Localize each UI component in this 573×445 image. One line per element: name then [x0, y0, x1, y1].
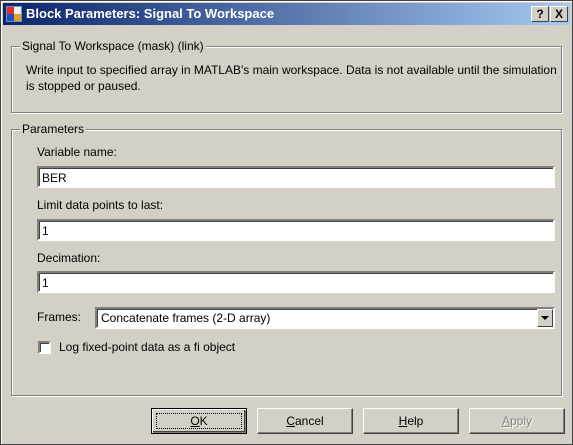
- help-title-button[interactable]: ?: [531, 6, 549, 22]
- chevron-down-icon[interactable]: [537, 309, 553, 327]
- simulink-block-icon: [6, 6, 22, 22]
- parameters-group-legend: Parameters: [20, 122, 87, 136]
- log-fixed-point-label[interactable]: Log fixed-point data as a fi object: [59, 340, 235, 354]
- dialog-window: Block Parameters: Signal To Workspace ? …: [0, 0, 573, 445]
- variable-name-input[interactable]: BER: [37, 166, 555, 188]
- variable-name-label: Variable name:: [37, 145, 117, 159]
- apply-label: pply: [510, 414, 533, 428]
- limit-data-points-input[interactable]: 1: [37, 219, 555, 241]
- limit-data-points-label: Limit data points to last:: [37, 198, 164, 212]
- log-fixed-point-checkbox[interactable]: [38, 341, 51, 354]
- window-title: Block Parameters: Signal To Workspace: [26, 6, 275, 21]
- ok-label: K: [199, 414, 208, 428]
- cancel-mnemonic: C: [286, 414, 295, 428]
- apply-mnemonic: A: [501, 414, 510, 428]
- apply-button[interactable]: Apply: [469, 408, 565, 434]
- decimation-input[interactable]: 1: [37, 271, 555, 293]
- frames-dropdown[interactable]: Concatenate frames (2-D array): [95, 307, 555, 329]
- close-button[interactable]: X: [550, 6, 568, 22]
- frames-selected-value: Concatenate frames (2-D array): [101, 311, 271, 325]
- help-label: elp: [407, 414, 424, 428]
- decimation-label: Decimation:: [37, 251, 101, 265]
- ok-button[interactable]: OK: [151, 408, 247, 434]
- description-text: Write input to specified array in MATLAB…: [26, 63, 557, 93]
- cancel-label: ancel: [294, 414, 324, 428]
- help-button[interactable]: Help: [363, 408, 459, 434]
- title-bar[interactable]: Block Parameters: Signal To Workspace ? …: [3, 3, 570, 25]
- frames-label: Frames:: [37, 310, 82, 324]
- description-group: Signal To Workspace (mask) (link) Write …: [11, 39, 562, 113]
- cancel-button[interactable]: Cancel: [257, 408, 353, 434]
- ok-mnemonic: O: [190, 414, 200, 428]
- description-group-legend: Signal To Workspace (mask) (link): [20, 39, 206, 53]
